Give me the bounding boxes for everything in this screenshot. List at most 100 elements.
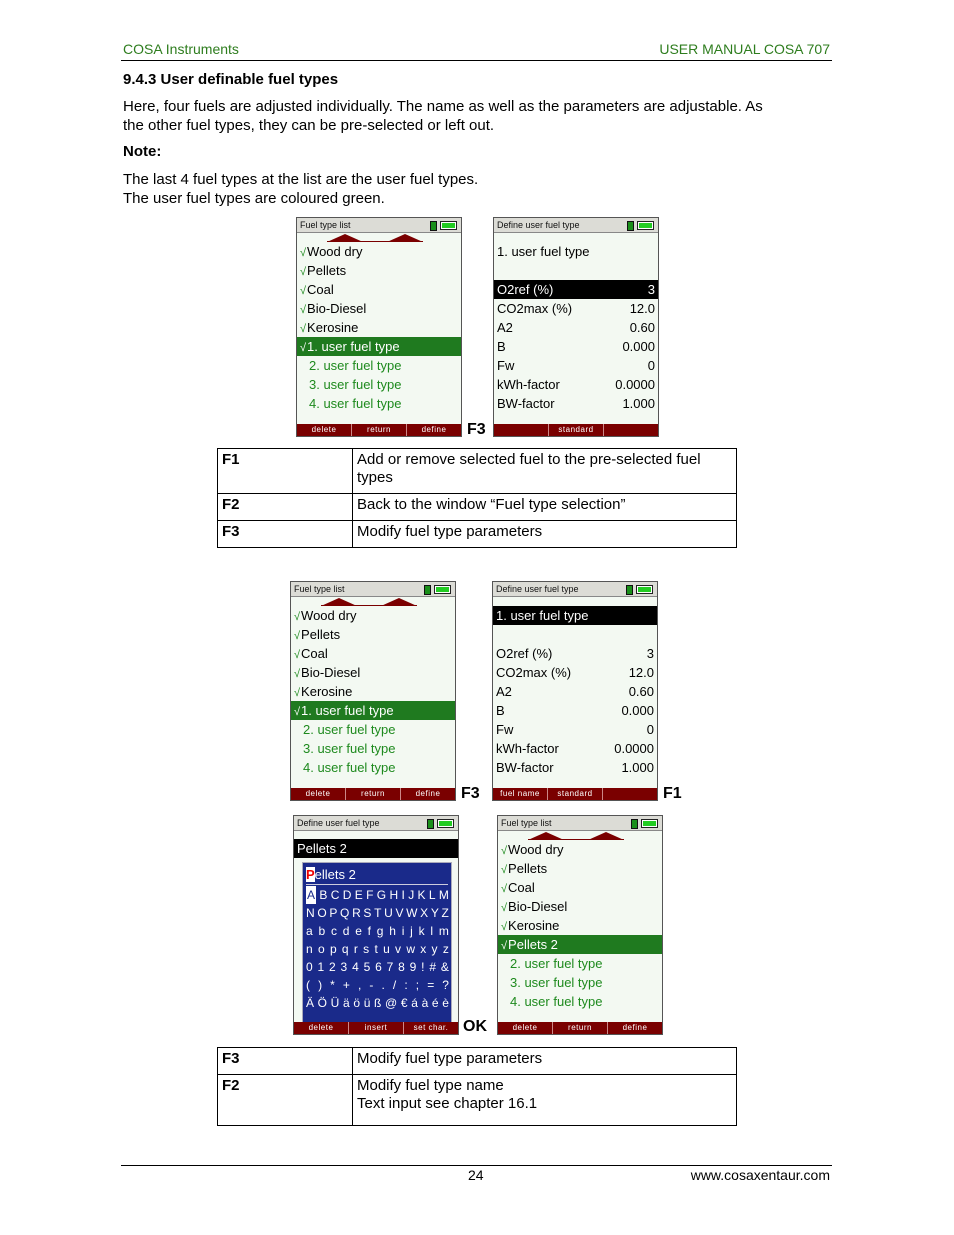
keyboard-key[interactable]: z: [443, 940, 449, 958]
param-row[interactable]: O2ref (%) 3: [493, 644, 657, 663]
list-item-user-fuel[interactable]: 3. user fuel type: [291, 739, 455, 758]
text-input-field[interactable]: Pellets 2: [306, 866, 448, 885]
f2-standard-button[interactable]: standard: [548, 788, 603, 800]
keyboard-key[interactable]: n: [306, 940, 313, 958]
keyboard-key[interactable]: J: [408, 886, 414, 904]
param-row[interactable]: CO2max (%) 12.0: [493, 663, 657, 682]
param-row[interactable]: BW-factor 1.000: [493, 758, 657, 777]
keyboard-key[interactable]: r: [354, 940, 358, 958]
f3-set-char-button[interactable]: set char.: [404, 1022, 458, 1034]
keyboard-key[interactable]: ?: [442, 976, 449, 994]
keyboard-key[interactable]: x: [420, 940, 426, 958]
keyboard-key[interactable]: I: [402, 886, 405, 904]
keyboard-key[interactable]: €: [401, 994, 408, 1012]
list-item-selected[interactable]: √1. user fuel type: [291, 701, 455, 720]
param-row[interactable]: Fw 0: [493, 720, 657, 739]
keyboard-key[interactable]: E: [355, 886, 363, 904]
keyboard-key[interactable]: @: [385, 994, 397, 1012]
keyboard-key[interactable]: i: [402, 922, 405, 940]
keyboard-key[interactable]: N: [306, 904, 315, 922]
keyboard-key[interactable]: q: [342, 940, 349, 958]
keyboard-key[interactable]: A: [306, 886, 317, 904]
list-item[interactable]: √Coal: [297, 280, 461, 299]
keyboard-key[interactable]: T: [374, 904, 381, 922]
list-item[interactable]: √Pellets: [498, 859, 662, 878]
param-row[interactable]: BW-factor 1.000: [494, 394, 658, 413]
keyboard-key[interactable]: g: [377, 922, 384, 940]
list-item[interactable]: √Bio-Diesel: [291, 663, 455, 682]
keyboard-key[interactable]: C: [331, 886, 340, 904]
keyboard-key[interactable]: V: [395, 904, 403, 922]
keyboard-key[interactable]: h: [389, 922, 396, 940]
keyboard-key[interactable]: D: [343, 886, 352, 904]
keyboard-key[interactable]: ;: [416, 976, 419, 994]
keyboard-key[interactable]: 2: [329, 958, 336, 976]
keyboard-key[interactable]: !: [421, 958, 424, 976]
list-item-user-fuel[interactable]: 2. user fuel type: [291, 720, 455, 739]
f1-delete-button[interactable]: delete: [291, 788, 346, 800]
keyboard-key[interactable]: +: [343, 976, 350, 994]
keyboard-key[interactable]: 5: [364, 958, 371, 976]
f2-return-button[interactable]: return: [346, 788, 401, 800]
keyboard-key[interactable]: ,: [358, 976, 361, 994]
keyboard-key[interactable]: Ü: [331, 994, 340, 1012]
keyboard-key[interactable]: O: [317, 904, 326, 922]
f2-standard-button[interactable]: standard: [549, 424, 604, 436]
keyboard-key[interactable]: o: [318, 940, 325, 958]
keyboard-key[interactable]: w: [406, 940, 415, 958]
keyboard-key[interactable]: d: [343, 922, 350, 940]
list-item[interactable]: √Coal: [291, 644, 455, 663]
keyboard-key[interactable]: K: [418, 886, 426, 904]
keyboard-key[interactable]: ß: [374, 994, 381, 1012]
list-item[interactable]: √Wood dry: [291, 606, 455, 625]
keyboard-key[interactable]: S: [363, 904, 371, 922]
f2-insert-button[interactable]: insert: [349, 1022, 404, 1034]
keyboard-key[interactable]: v: [395, 940, 401, 958]
param-row[interactable]: CO2max (%) 12.0: [494, 299, 658, 318]
keyboard-key[interactable]: R: [352, 904, 361, 922]
keyboard-key[interactable]: p: [330, 940, 337, 958]
keyboard-key[interactable]: 0: [306, 958, 313, 976]
param-row[interactable]: A2 0.60: [493, 682, 657, 701]
list-item[interactable]: √Wood dry: [297, 242, 461, 261]
keyboard-key[interactable]: c: [331, 922, 337, 940]
keyboard-key[interactable]: 7: [387, 958, 394, 976]
fuel-name-field[interactable]: 1. user fuel type: [494, 242, 658, 261]
list-item-user-fuel[interactable]: 4. user fuel type: [297, 394, 461, 413]
keyboard-key[interactable]: l: [430, 922, 433, 940]
keyboard-key[interactable]: Q: [340, 904, 349, 922]
f1-fuel-name-button[interactable]: fuel name: [493, 788, 548, 800]
list-item-user-fuel[interactable]: 3. user fuel type: [498, 973, 662, 992]
keyboard-key[interactable]: 8: [398, 958, 405, 976]
keyboard-key[interactable]: é: [432, 994, 439, 1012]
keyboard-key[interactable]: X: [420, 904, 428, 922]
list-item-user-fuel[interactable]: 2. user fuel type: [498, 954, 662, 973]
keyboard-key[interactable]: Ö: [318, 994, 327, 1012]
param-row-selected[interactable]: O2ref (%) 3: [494, 280, 658, 299]
keyboard-key[interactable]: j: [410, 922, 413, 940]
keyboard-key[interactable]: y: [432, 940, 438, 958]
list-item-user-fuel[interactable]: 2. user fuel type: [297, 356, 461, 375]
keyboard-key[interactable]: /: [393, 976, 396, 994]
list-item[interactable]: √Kerosine: [498, 916, 662, 935]
f1-delete-button[interactable]: delete: [294, 1022, 349, 1034]
keyboard-key[interactable]: =: [427, 976, 434, 994]
keyboard-key[interactable]: W: [406, 904, 417, 922]
keyboard-key[interactable]: Ä: [306, 994, 314, 1012]
param-row[interactable]: kWh-factor 0.0000: [494, 375, 658, 394]
list-item[interactable]: √Bio-Diesel: [297, 299, 461, 318]
keyboard-key[interactable]: á: [411, 994, 418, 1012]
keyboard-key[interactable]: #: [429, 958, 436, 976]
keyboard-key[interactable]: 6: [375, 958, 382, 976]
keyboard-key[interactable]: a: [306, 922, 313, 940]
scroll-arrows-icon[interactable]: [528, 832, 624, 840]
keyboard-key[interactable]: F: [366, 886, 373, 904]
f3-define-button[interactable]: define: [401, 788, 455, 800]
param-row[interactable]: kWh-factor 0.0000: [493, 739, 657, 758]
f3-define-button[interactable]: define: [407, 424, 461, 436]
keyboard-key[interactable]: f: [368, 922, 371, 940]
f1-button[interactable]: [494, 424, 549, 436]
keyboard-key[interactable]: L: [429, 886, 436, 904]
keyboard-key[interactable]: *: [330, 976, 335, 994]
keyboard-key[interactable]: ): [318, 976, 322, 994]
